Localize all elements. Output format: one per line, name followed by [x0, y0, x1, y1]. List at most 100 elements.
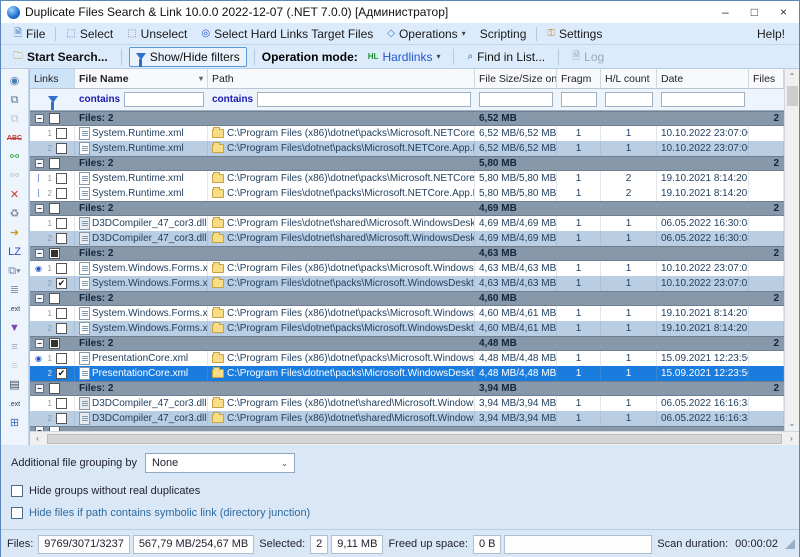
file-row[interactable]: ⎱2System.Runtime.xmlC:\Program Files\dot…	[30, 186, 784, 201]
file-row[interactable]: 1System.Windows.Forms.xmlC:\Program File…	[30, 306, 784, 321]
scroll-left-icon[interactable]: ‹	[30, 431, 45, 445]
change-ext-icon[interactable]: .ext	[4, 300, 26, 319]
collapse-icon[interactable]: −	[35, 294, 44, 303]
group-header-row[interactable]: −Files: 25,80 MB2	[30, 156, 784, 171]
lz-compress-icon[interactable]: LZ	[4, 243, 26, 262]
resize-grip[interactable]	[785, 539, 795, 549]
log-button[interactable]: 🗎 Log	[566, 48, 610, 66]
column-header-files[interactable]: Files	[749, 69, 784, 88]
menu-select[interactable]: ⬚ Select	[59, 25, 120, 43]
operation-mode-dropdown[interactable]: HL Hardlinks ▾	[362, 48, 447, 66]
column-header-file-size-size-on-disk[interactable]: File Size/Size on Disk	[475, 69, 557, 88]
group-header-row[interactable]: −Files: 24,60 MB2	[30, 291, 784, 306]
file-row[interactable]: 2D3DCompiler_47_cor3.dllC:\Program Files…	[30, 231, 784, 246]
sort-arrow-icon[interactable]: ▾	[199, 74, 203, 83]
scroll-right-icon[interactable]: ›	[784, 431, 799, 445]
maximize-button[interactable]: □	[751, 2, 758, 22]
group-checkbox[interactable]	[49, 383, 60, 394]
column-header-path[interactable]: Path	[208, 69, 475, 88]
collapse-icon[interactable]: −	[35, 114, 44, 123]
menu-operations[interactable]: ◇ Operations ▾	[380, 25, 472, 43]
column-header-date[interactable]: Date	[657, 69, 749, 88]
copy-files-disabled-icon[interactable]: ⧉	[4, 110, 26, 129]
file-row[interactable]: 2✔PresentationCore.xmlC:\Program Files\d…	[30, 366, 784, 381]
grouping-select[interactable]: None ⌄	[145, 453, 295, 473]
column-header-fragm[interactable]: Fragm	[557, 69, 601, 88]
delete-files-icon[interactable]: ✕	[4, 186, 26, 205]
copy-files-icon[interactable]: ⧉	[4, 91, 26, 110]
create-hardlinks-icon[interactable]: ⚯	[4, 148, 26, 167]
close-button[interactable]: ×	[780, 2, 787, 22]
group-checkbox[interactable]	[49, 158, 60, 169]
minimize-button[interactable]: –	[722, 2, 729, 22]
file-checkbox[interactable]: ✔	[56, 278, 67, 289]
group-header-row[interactable]: −Files: 24,48 MB2	[30, 336, 784, 351]
list-report-icon[interactable]: ≡	[4, 338, 26, 357]
collapse-icon[interactable]: −	[35, 384, 44, 393]
scroll-up-icon[interactable]: ⌃	[785, 69, 799, 84]
group-checkbox[interactable]	[49, 293, 60, 304]
file-checkbox[interactable]	[56, 233, 67, 244]
move-files-icon[interactable]: ➜	[4, 224, 26, 243]
collapse-icon[interactable]: −	[35, 204, 44, 213]
dark-list-icon[interactable]: ▤	[4, 376, 26, 395]
name-filter-op[interactable]: contains	[79, 94, 120, 105]
menu-scripting[interactable]: Scripting	[473, 25, 534, 43]
grid-view-icon[interactable]: ⊞	[4, 414, 26, 433]
show-hide-filters-button[interactable]: Show/Hide filters	[129, 47, 247, 67]
list-report-disabled-icon[interactable]: ≡	[4, 357, 26, 376]
file-checkbox[interactable]	[56, 353, 67, 364]
group-checkbox[interactable]	[49, 203, 60, 214]
file-checkbox[interactable]	[56, 323, 67, 334]
column-header-h-l-count[interactable]: H/L count	[601, 69, 657, 88]
vertical-scrollbar[interactable]: ⌃ ⌄	[784, 69, 799, 431]
vertical-scroll-thumb[interactable]	[787, 86, 798, 106]
file-checkbox[interactable]	[56, 308, 67, 319]
file-checkbox[interactable]	[56, 413, 67, 424]
group-header-row[interactable]: −Files: 26,52 MB2	[30, 111, 784, 126]
collapse-icon[interactable]: −	[35, 159, 44, 168]
hide-symlinks-checkbox[interactable]	[11, 507, 23, 519]
file-row[interactable]: 2System.Runtime.xmlC:\Program Files\dotn…	[30, 141, 784, 156]
create-hardlinks-disabled-icon[interactable]: ⚯	[4, 167, 26, 186]
menu-help[interactable]: Help!	[749, 25, 793, 43]
reset-name-filter-icon[interactable]: ABC	[4, 129, 26, 148]
hide-groups-checkbox[interactable]	[11, 485, 23, 497]
file-row[interactable]: 2✔System.Windows.Forms.xmlC:\Program Fil…	[30, 276, 784, 291]
file-row[interactable]: 1D3DCompiler_47_cor3.dllC:\Program Files…	[30, 216, 784, 231]
file-row[interactable]: ◉1System.Windows.Forms.xmlC:\Program Fil…	[30, 261, 784, 276]
horizontal-scrollbar[interactable]: ‹ ›	[30, 431, 799, 445]
column-header-links[interactable]: Links	[30, 69, 75, 88]
file-row[interactable]: 2System.Windows.Forms.xmlC:\Program File…	[30, 321, 784, 336]
group-checkbox[interactable]	[49, 248, 60, 259]
file-checkbox[interactable]	[56, 143, 67, 154]
menu-unselect[interactable]: ⬚ Unselect	[120, 25, 194, 43]
date-filter-input[interactable]	[661, 92, 745, 107]
file-checkbox[interactable]	[56, 173, 67, 184]
file-row[interactable]: 1System.Runtime.xmlC:\Program Files (x86…	[30, 126, 784, 141]
filter-selected-icon[interactable]: ▼	[4, 319, 26, 338]
name-filter-input[interactable]	[124, 92, 204, 107]
view-file-icon[interactable]: ◉	[4, 72, 26, 91]
group-header-row[interactable]: −Files: 24,69 MB2	[30, 201, 784, 216]
group-header-row[interactable]: −Files: 24,63 MB2	[30, 246, 784, 261]
group-header-row[interactable]: −Files: 23,94 MB2	[30, 381, 784, 396]
ext-list-icon[interactable]: .ext	[4, 395, 26, 414]
copy-list-icon[interactable]: ⧉▾	[4, 262, 26, 281]
file-row[interactable]: 1D3DCompiler_47_cor3.dllC:\Program Files…	[30, 396, 784, 411]
find-in-list-button[interactable]: ⌕ Find in List...	[461, 48, 551, 66]
path-filter-input[interactable]	[257, 92, 471, 107]
size-filter-input[interactable]	[479, 92, 553, 107]
file-checkbox[interactable]	[56, 263, 67, 274]
export-list-icon[interactable]: ≣	[4, 281, 26, 300]
group-checkbox[interactable]	[49, 338, 60, 349]
file-checkbox[interactable]	[56, 398, 67, 409]
file-checkbox[interactable]	[56, 128, 67, 139]
group-checkbox[interactable]	[49, 113, 60, 124]
menu-file[interactable]: 🗎 File	[7, 25, 52, 43]
file-checkbox[interactable]: ✔	[56, 368, 67, 379]
menu-select-hardlink-targets[interactable]: ◎ Select Hard Links Target Files	[194, 25, 380, 43]
collapse-icon[interactable]: −	[35, 249, 44, 258]
scroll-down-icon[interactable]: ⌄	[785, 416, 799, 431]
menu-settings[interactable]: ⚿ Settings	[540, 25, 609, 43]
